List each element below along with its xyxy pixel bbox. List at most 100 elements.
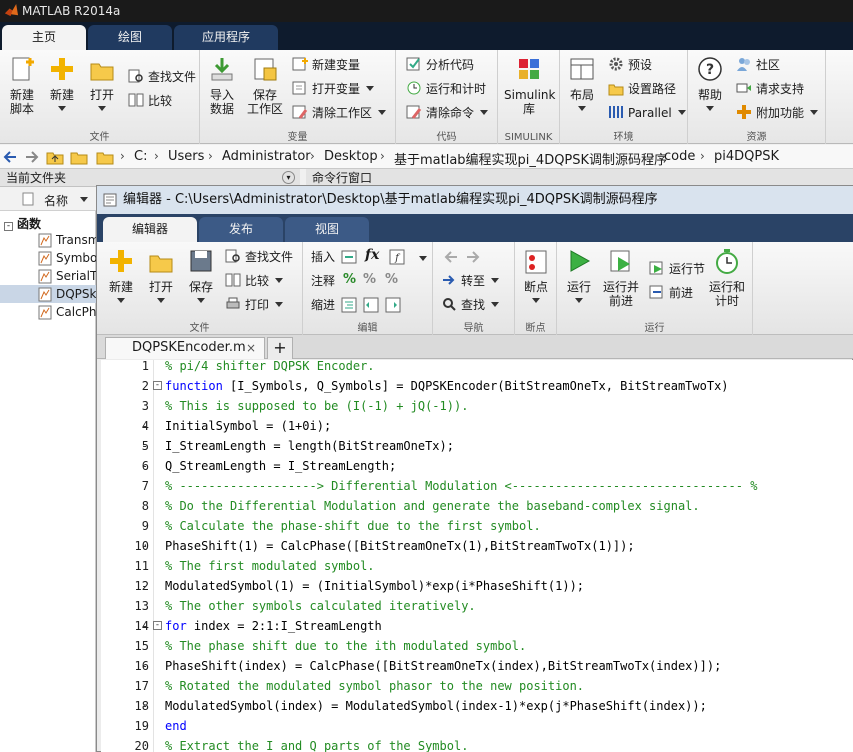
code-line[interactable]: 2- function [I_Symbols, Q_Symbols] = DQPS… bbox=[101, 376, 853, 396]
line-number[interactable]: 13 bbox=[101, 596, 149, 616]
editor-print-button[interactable]: 打印 bbox=[225, 296, 284, 314]
open-button[interactable]: 打开 bbox=[84, 56, 120, 116]
run-section-button[interactable]: 运行节 bbox=[649, 260, 705, 278]
chevron-down-icon[interactable] bbox=[419, 256, 427, 261]
comment-percent-icon[interactable]: % bbox=[343, 272, 356, 287]
help-button[interactable]: ? 帮助 bbox=[692, 56, 728, 116]
line-number[interactable]: 8 bbox=[101, 496, 149, 516]
import-data-button[interactable]: 导入 数据 bbox=[204, 56, 240, 116]
preferences-button[interactable]: 预设 bbox=[608, 56, 652, 74]
breadcrumb-item[interactable]: Users bbox=[168, 149, 204, 164]
insert-button[interactable]: 插入 bbox=[311, 248, 335, 266]
save-workspace-button[interactable]: 保存 工作区 bbox=[244, 56, 286, 116]
line-number[interactable]: 9 bbox=[101, 516, 149, 536]
code-line[interactable]: 4- InitialSymbol = (1+0i); bbox=[101, 416, 853, 436]
comment-button[interactable]: 注释 bbox=[311, 272, 335, 290]
back-arrow-icon[interactable] bbox=[2, 149, 18, 165]
decrease-indent-icon[interactable] bbox=[385, 297, 401, 313]
new-variable-button[interactable]: 新建变量 bbox=[292, 56, 360, 74]
code-line[interactable]: 19- end bbox=[101, 716, 853, 736]
nav-forward-icon[interactable] bbox=[465, 250, 481, 264]
breadcrumb-item[interactable]: code bbox=[664, 149, 695, 164]
community-button[interactable]: 社区 bbox=[736, 56, 780, 74]
line-number[interactable]: 7 bbox=[101, 476, 149, 496]
open-variable-button[interactable]: 打开变量 bbox=[292, 80, 375, 98]
indent-button[interactable]: 缩进 bbox=[311, 296, 335, 314]
code-line[interactable]: 10- PhaseShift(1) = CalcPhase([BitStreamO… bbox=[101, 536, 853, 556]
name-column-header[interactable]: 名称 bbox=[44, 192, 68, 209]
code-line[interactable]: 7 % -------------------> Differential Mod… bbox=[101, 476, 853, 496]
executable-line-marker[interactable]: - bbox=[141, 696, 151, 716]
line-number[interactable]: 20 bbox=[101, 736, 149, 752]
tab-plots[interactable]: 绘图 bbox=[88, 25, 172, 50]
code-line[interactable]: 5- I_StreamLength = length(BitStreamOneTx… bbox=[101, 436, 853, 456]
editor-find-files-button[interactable]: 查找文件 bbox=[225, 248, 293, 266]
code-line[interactable]: 17 % Rotated the modulated symbol phasor … bbox=[101, 676, 853, 696]
clear-workspace-button[interactable]: 清除工作区 bbox=[292, 104, 387, 122]
run-and-time-button[interactable]: 运行和计时 bbox=[406, 80, 486, 98]
up-folder-icon[interactable] bbox=[46, 149, 64, 165]
panel-menu-icon[interactable]: ▾ bbox=[282, 171, 295, 184]
editor-new-button[interactable]: 新建 bbox=[103, 248, 139, 308]
tab-home[interactable]: 主页 bbox=[2, 25, 86, 50]
new-button[interactable]: 新建 bbox=[44, 56, 80, 116]
editor-open-button[interactable]: 打开 bbox=[143, 248, 179, 308]
code-line[interactable]: 6- Q_StreamLength = I_StreamLength; bbox=[101, 456, 853, 476]
increase-indent-icon[interactable] bbox=[363, 297, 379, 313]
line-number[interactable]: 17 bbox=[101, 676, 149, 696]
code-line[interactable]: 18- ModulatedSymbol(index) = ModulatedSym… bbox=[101, 696, 853, 716]
layout-button[interactable]: 布局 bbox=[564, 56, 600, 116]
code-line[interactable]: 15 % The phase shift due to the ith modul… bbox=[101, 636, 853, 656]
advance-button[interactable]: 前进 bbox=[649, 284, 693, 302]
request-support-button[interactable]: 请求支持 bbox=[736, 80, 804, 98]
line-number[interactable]: 3 bbox=[101, 396, 149, 416]
collapse-icon[interactable]: - bbox=[4, 222, 13, 231]
editor-save-button[interactable]: 保存 bbox=[183, 248, 219, 308]
executable-line-marker[interactable]: - bbox=[141, 436, 151, 456]
file-list-item[interactable]: Transm bbox=[56, 231, 99, 249]
code-line[interactable]: 3 % This is supposed to be (I(-1) + jQ(-1… bbox=[101, 396, 853, 416]
wrap-comment-icon[interactable]: % bbox=[385, 272, 398, 287]
code-line[interactable]: 1 % pi/4 shifter DQPSK Encoder. bbox=[101, 356, 853, 376]
executable-line-marker[interactable]: - bbox=[141, 536, 151, 556]
code-line[interactable]: 8 % Do the Differential Modulation and ge… bbox=[101, 496, 853, 516]
add-ons-button[interactable]: 附加功能 bbox=[736, 104, 819, 122]
close-icon[interactable]: × bbox=[246, 338, 256, 358]
compare-button[interactable]: 比较 bbox=[128, 92, 172, 110]
run-and-advance-button[interactable]: 运行并 前进 bbox=[601, 248, 641, 308]
file-list-item[interactable]: CalcPh bbox=[56, 303, 97, 321]
executable-line-marker[interactable]: - bbox=[141, 656, 151, 676]
file-list-item[interactable]: SerialT bbox=[56, 267, 97, 285]
smart-indent-icon[interactable] bbox=[341, 297, 357, 313]
file-list-item[interactable]: Symbo bbox=[56, 249, 97, 267]
breadcrumb-item[interactable]: Desktop bbox=[324, 149, 378, 164]
code-line[interactable]: 20 % Extract the I and Q parts of the Sym… bbox=[101, 736, 853, 752]
line-number[interactable]: 11 bbox=[101, 556, 149, 576]
code-line[interactable]: 9 % Calculate the phase-shift due to the … bbox=[101, 516, 853, 536]
new-script-button[interactable]: 新建 脚本 bbox=[4, 56, 40, 116]
run-button[interactable]: 运行 bbox=[561, 248, 597, 308]
uncomment-percent-icon[interactable]: % bbox=[363, 272, 376, 287]
goto-button[interactable]: 转至 bbox=[441, 272, 500, 290]
tab-apps[interactable]: 应用程序 bbox=[174, 25, 278, 50]
code-line[interactable]: 16- PhaseShift(index) = CalcPhase([BitStr… bbox=[101, 656, 853, 676]
file-list-item-selected[interactable]: DQPSk bbox=[56, 285, 97, 303]
tab-view[interactable]: 视图 bbox=[285, 217, 369, 242]
code-line[interactable]: 13 % The other symbols calculated iterati… bbox=[101, 596, 853, 616]
insert-section-icon[interactable] bbox=[341, 249, 357, 265]
breadcrumb-item[interactable]: 基于matlab编程实现pi_4DQPSK调制源码程序 bbox=[394, 149, 667, 168]
browse-folder-icon[interactable] bbox=[70, 149, 88, 165]
breadcrumb-item[interactable]: Administrator bbox=[222, 149, 311, 164]
executable-line-marker[interactable]: - bbox=[141, 416, 151, 436]
executable-line-marker[interactable]: - bbox=[141, 716, 151, 736]
code-line[interactable]: 12- ModulatedSymbol(1) = (InitialSymbol)*… bbox=[101, 576, 853, 596]
code-line[interactable]: 11 % The first modulated symbol. bbox=[101, 556, 853, 576]
forward-arrow-icon[interactable] bbox=[24, 149, 40, 165]
executable-line-marker[interactable]: - bbox=[141, 616, 151, 636]
analyze-code-button[interactable]: 分析代码 bbox=[406, 56, 474, 74]
clear-commands-button[interactable]: 清除命令 bbox=[406, 104, 489, 122]
insert-function-icon[interactable]: f bbox=[389, 249, 405, 265]
editor-compare-button[interactable]: 比较 bbox=[225, 272, 284, 290]
nav-back-icon[interactable] bbox=[443, 250, 459, 264]
executable-line-marker[interactable]: - bbox=[141, 576, 151, 596]
